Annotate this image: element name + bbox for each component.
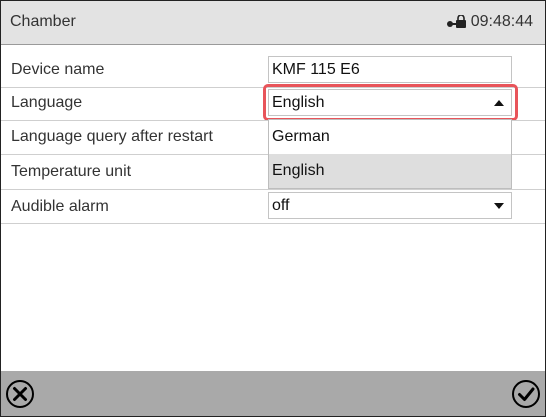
language-option-english[interactable]: English bbox=[269, 154, 511, 188]
audible-alarm-select[interactable]: off bbox=[268, 192, 512, 219]
footer-bar bbox=[1, 371, 545, 416]
confirm-check-circle-icon[interactable] bbox=[511, 379, 541, 409]
row-divider bbox=[1, 189, 545, 190]
clock-time: 09:48:44 bbox=[470, 13, 533, 30]
device-settings-screen: Chamber 09:48:44 Device name KMF 115 E6 … bbox=[0, 0, 546, 417]
device-name-label: Device name bbox=[11, 61, 105, 78]
language-select-highlight bbox=[263, 84, 518, 121]
row-divider bbox=[1, 223, 545, 224]
audible-alarm-value: off bbox=[272, 197, 290, 214]
cancel-circle-icon[interactable] bbox=[5, 379, 35, 409]
language-query-label: Language query after restart bbox=[11, 128, 213, 145]
temperature-unit-label: Temperature unit bbox=[11, 163, 132, 180]
lock-key-icon bbox=[446, 15, 466, 28]
title-bar: Chamber 09:48:44 bbox=[1, 1, 545, 45]
audible-alarm-label: Audible alarm bbox=[11, 198, 109, 215]
status-clock: 09:48:44 bbox=[446, 13, 533, 31]
language-label: Language bbox=[11, 94, 83, 111]
device-name-field[interactable]: KMF 115 E6 bbox=[268, 56, 512, 83]
chevron-down-icon bbox=[494, 203, 504, 209]
language-dropdown-list: German English bbox=[268, 119, 512, 189]
language-option-german[interactable]: German bbox=[269, 120, 511, 154]
page-title: Chamber bbox=[10, 13, 76, 30]
